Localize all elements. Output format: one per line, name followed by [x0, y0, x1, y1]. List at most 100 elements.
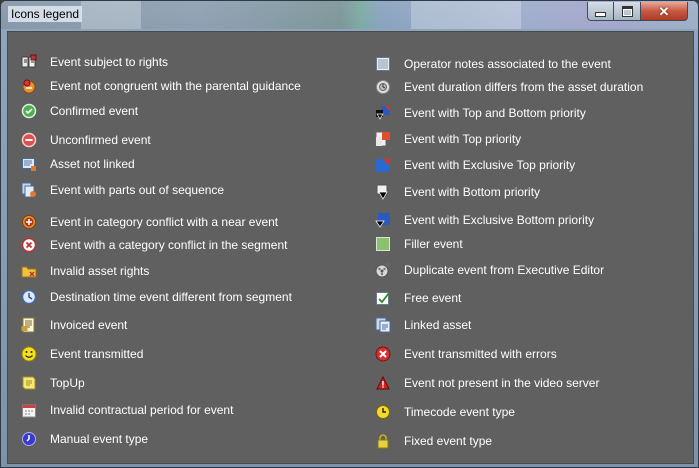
legend-item: Duplicate event from Executive Editor [375, 261, 604, 279]
legend-item: TopUp [21, 374, 85, 392]
minimize-icon [595, 11, 606, 17]
legend-item: Event transmitted with errors [375, 345, 557, 363]
legend-item: Destination time event different from se… [21, 288, 292, 306]
legend-item-label: Event not congruent with the parental gu… [50, 79, 301, 93]
invoiced-icon [21, 317, 37, 333]
legend-item-label: Invalid asset rights [50, 264, 150, 278]
legend-item-label: Fixed event type [404, 434, 493, 448]
legend-item: Event with Top and Bottom priority [375, 104, 586, 122]
legend-item: Operator notes associated to the event [375, 55, 611, 73]
legend-panel: Event subject to rights Event not congrue… [7, 31, 694, 464]
operator-notes-icon [375, 56, 391, 72]
close-icon: ✕ [658, 3, 670, 19]
legend-item-label: Linked asset [404, 318, 472, 332]
rights-book-icon [21, 54, 37, 70]
free-event-icon [375, 290, 391, 306]
legend-item: Unconfirmed event [21, 131, 151, 149]
warning-icon [375, 375, 391, 391]
manual-clock-icon [21, 431, 37, 447]
legend-item-label: Event with parts out of sequence [50, 183, 225, 197]
exclusive-top-priority-icon [375, 157, 391, 173]
legend-item: Event duration differs from the asset du… [375, 78, 643, 96]
legend-item-label: Event with Exclusive Top priority [404, 158, 576, 172]
legend-item-label: Event not present in the video server [404, 376, 600, 390]
legend-item: Manual event type [21, 430, 148, 448]
legend-item-label: Free event [404, 291, 462, 305]
confirmed-icon [21, 103, 37, 119]
background-window-highlight [81, 1, 141, 29]
legend-item: Event with Top priority [375, 130, 521, 148]
legend-item: Event with Exclusive Bottom priority [375, 211, 594, 229]
filler-icon [375, 236, 391, 252]
unconfirmed-icon [21, 132, 37, 148]
duration-differs-icon [375, 79, 391, 95]
invalid-asset-rights-icon [21, 263, 37, 279]
legend-item-label: Event transmitted [50, 347, 144, 361]
legend-item-label: Event in category conflict with a near e… [50, 215, 279, 229]
timecode-icon [375, 404, 391, 420]
exclusive-bottom-priority-icon [375, 212, 391, 228]
top-priority-icon [375, 131, 391, 147]
legend-item-label: Duplicate event from Executive Editor [404, 263, 605, 277]
legend-item: Event not congruent with the parental gu… [21, 77, 301, 95]
legend-item-label: Event with Bottom priority [404, 185, 541, 199]
legend-item: Timecode event type [375, 403, 515, 421]
legend-item-label: Asset not linked [50, 157, 135, 171]
lock-icon [375, 433, 391, 449]
legend-item-label: Event with Top and Bottom priority [404, 106, 586, 120]
legend-item-label: Confirmed event [50, 104, 139, 118]
linked-asset-icon [375, 317, 391, 333]
legend-item-label: Operator notes associated to the event [404, 57, 611, 71]
background-window-highlight [411, 1, 521, 29]
legend-item: Event not present in the video server [375, 374, 599, 392]
top-bottom-priority-icon [375, 105, 391, 121]
legend-item: Invalid contractual period for event [21, 401, 233, 419]
legend-item: Fixed event type [375, 432, 492, 450]
legend-item: Free event [375, 289, 461, 307]
title-bar[interactable]: Icons legend ✕ [1, 1, 698, 29]
calendar-icon [21, 402, 37, 418]
legend-item-label: Event subject to rights [50, 55, 169, 69]
duplicate-reel-icon [375, 262, 391, 278]
legend-item: Event with Exclusive Top priority [375, 156, 575, 174]
legend-item: Event with a category conflict in the se… [21, 236, 287, 254]
legend-item-label: Manual event type [50, 432, 149, 446]
legend-item-label: Event with Top priority [404, 132, 522, 146]
legend-item: Confirmed event [21, 102, 138, 120]
legend-item: Event transmitted [21, 345, 143, 363]
legend-item: Event in category conflict with a near e… [21, 213, 278, 231]
legend-item: Event subject to rights [21, 53, 168, 71]
legend-item-label: Event with Exclusive Bottom priority [404, 213, 595, 227]
legend-item-label: Event duration differs from the asset du… [404, 80, 644, 94]
legend-item: Event with parts out of sequence [21, 181, 224, 199]
legend-item-label: Event transmitted with errors [404, 347, 557, 361]
parts-out-of-sequence-icon [21, 182, 37, 198]
legend-item-label: Event with a category conflict in the se… [50, 238, 288, 252]
legend-item-label: Invoiced event [50, 318, 128, 332]
legend-item-label: Invalid contractual period for event [50, 403, 234, 417]
maximize-button[interactable] [614, 2, 641, 21]
legend-item: Asset not linked [21, 155, 135, 173]
legend-item-label: Timecode event type [404, 405, 515, 419]
legend-item: Event with Bottom priority [375, 183, 540, 201]
legend-item: Invalid asset rights [21, 262, 149, 280]
maximize-icon [621, 5, 633, 17]
category-conflict-segment-icon [21, 237, 37, 253]
legend-item-label: Unconfirmed event [50, 133, 151, 147]
destination-time-icon [21, 289, 37, 305]
icons-legend-window: Icons legend ✕ Event subject to rights Ev… [0, 0, 699, 468]
close-button[interactable]: ✕ [641, 2, 688, 21]
topup-note-icon [21, 375, 37, 391]
bottom-priority-icon [375, 184, 391, 200]
legend-item-label: Filler event [404, 237, 463, 251]
window-title: Icons legend [8, 6, 83, 22]
minimize-button[interactable] [587, 2, 614, 21]
legend-item: Filler event [375, 235, 463, 253]
asset-not-linked-icon [21, 156, 37, 172]
category-conflict-near-icon [21, 214, 37, 230]
legend-item-label: TopUp [50, 376, 85, 390]
error-icon [375, 346, 391, 362]
legend-item: Linked asset [375, 316, 471, 334]
legend-item-label: Destination time event different from se… [50, 290, 292, 304]
smiley-icon [21, 346, 37, 362]
